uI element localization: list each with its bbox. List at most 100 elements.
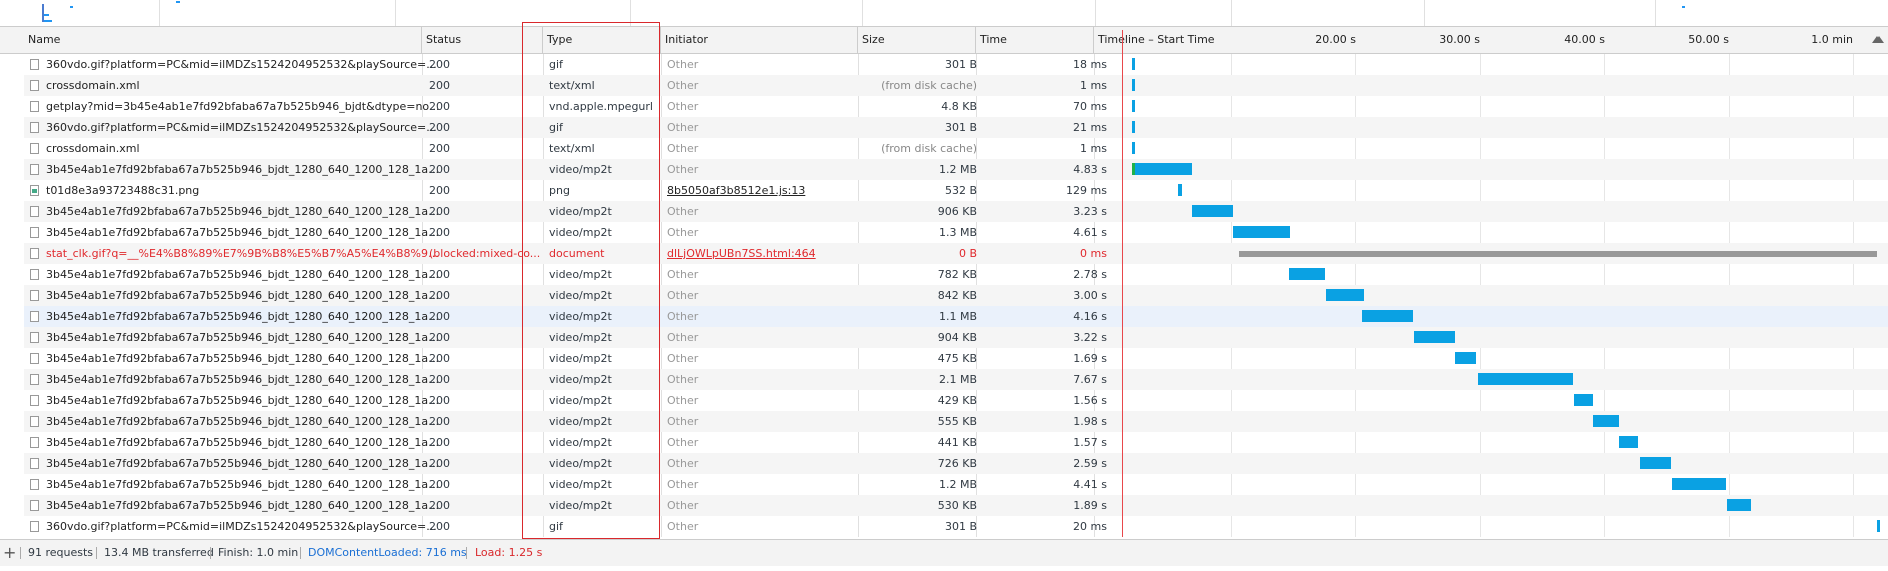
col-timeline-header[interactable]: Timeline – Start Time — [1094, 27, 1234, 53]
col-type-header[interactable]: Type — [543, 27, 661, 53]
waterfall-bar[interactable] — [1132, 58, 1135, 70]
request-row[interactable]: 360vdo.gif?platform=PC&mid=ilMDZs1524204… — [24, 516, 1888, 537]
request-name: crossdomain.xml — [46, 142, 140, 155]
request-row[interactable]: 3b45e4ab1e7fd92bfaba67a7b525b946_bjdt_12… — [24, 327, 1888, 348]
timeline-overview[interactable] — [0, 0, 1888, 27]
request-row[interactable]: 3b45e4ab1e7fd92bfaba67a7b525b946_bjdt_12… — [24, 495, 1888, 516]
waterfall-bar[interactable] — [1192, 205, 1233, 217]
request-row[interactable]: t01d8e3a93723488c31.png 200 png 8b5050af3b8… — [24, 180, 1888, 201]
request-name: 3b45e4ab1e7fd92bfaba67a7b525b946_bjdt_12… — [46, 478, 441, 491]
transferred-size: 13.4 MB transferred — [104, 546, 214, 559]
waterfall-bar[interactable] — [1178, 184, 1182, 196]
request-row[interactable]: 3b45e4ab1e7fd92bfaba67a7b525b946_bjdt_12… — [24, 390, 1888, 411]
file-icon — [30, 122, 39, 133]
request-initiator[interactable]: dlLjOWLpUBn7SS.html:464 — [663, 243, 858, 264]
request-row[interactable]: crossdomain.xml 200 text/xml Other (from dis… — [24, 138, 1888, 159]
request-size: (from disk cache) — [881, 142, 977, 155]
request-row[interactable]: crossdomain.xml 200 text/xml Other (from dis… — [24, 75, 1888, 96]
request-status: 200 — [429, 58, 450, 71]
waterfall-bar[interactable] — [1362, 310, 1413, 322]
file-icon — [30, 59, 39, 70]
file-icon — [30, 395, 39, 406]
request-name: 3b45e4ab1e7fd92bfaba67a7b525b946_bjdt_12… — [46, 415, 441, 428]
request-initiator[interactable]: 8b5050af3b8512e1.js:13 — [663, 180, 858, 201]
request-status: 200 — [429, 142, 450, 155]
col-status-header[interactable]: Status — [422, 27, 543, 53]
request-initiator: Other — [667, 289, 699, 302]
request-row[interactable]: 3b45e4ab1e7fd92bfaba67a7b525b946_bjdt_12… — [24, 348, 1888, 369]
request-size: 4.8 KB — [941, 100, 977, 113]
waterfall-bar[interactable] — [1414, 331, 1455, 343]
request-type: video/mp2t — [549, 268, 612, 281]
request-row[interactable]: 360vdo.gif?platform=PC&mid=ilMDZs1524204… — [24, 117, 1888, 138]
plus-icon[interactable]: + — [3, 540, 16, 566]
request-row[interactable]: 3b45e4ab1e7fd92bfaba67a7b525b946_bjdt_12… — [24, 411, 1888, 432]
request-row[interactable]: 3b45e4ab1e7fd92bfaba67a7b525b946_bjdt_12… — [24, 474, 1888, 495]
timeline-tick-1: 30.00 s — [1439, 33, 1480, 46]
file-icon — [30, 290, 39, 301]
file-icon — [30, 80, 39, 91]
request-time: 7.67 s — [1073, 373, 1107, 386]
request-status: 200 — [429, 163, 450, 176]
waterfall-bar[interactable] — [1239, 251, 1877, 257]
waterfall-bar[interactable] — [1619, 436, 1638, 448]
request-row[interactable]: 3b45e4ab1e7fd92bfaba67a7b525b946_bjdt_12… — [24, 159, 1888, 180]
request-initiator: Other — [667, 331, 699, 344]
waterfall-bar[interactable] — [1233, 226, 1290, 238]
request-initiator: Other — [667, 58, 699, 71]
request-initiator: Other — [667, 478, 699, 491]
waterfall-bar[interactable] — [1727, 499, 1751, 511]
request-row[interactable]: stat_clk.gif?q=__%E4%B8%89%E7%9B%B8%E5%B… — [24, 243, 1888, 264]
request-time: 4.83 s — [1073, 163, 1107, 176]
waterfall-bar[interactable] — [1593, 415, 1619, 427]
file-icon — [30, 311, 39, 322]
waterfall-bar[interactable] — [1132, 163, 1192, 175]
request-initiator: Other — [667, 394, 699, 407]
waterfall-bar[interactable] — [1672, 478, 1726, 490]
request-type: video/mp2t — [549, 457, 612, 470]
col-initiator-header[interactable]: Initiator — [661, 27, 858, 53]
waterfall-bar[interactable] — [1132, 100, 1135, 112]
waterfall-bar[interactable] — [1877, 520, 1880, 532]
request-row[interactable]: 3b45e4ab1e7fd92bfaba67a7b525b946_bjdt_12… — [24, 453, 1888, 474]
waterfall-bar[interactable] — [1455, 352, 1476, 364]
request-type: video/mp2t — [549, 205, 612, 218]
col-time-header[interactable]: Time — [976, 27, 1094, 53]
request-name: 3b45e4ab1e7fd92bfaba67a7b525b946_bjdt_12… — [46, 310, 441, 323]
request-row[interactable]: 3b45e4ab1e7fd92bfaba67a7b525b946_bjdt_12… — [24, 369, 1888, 390]
request-row[interactable]: 3b45e4ab1e7fd92bfaba67a7b525b946_bjdt_12… — [24, 264, 1888, 285]
col-size-header[interactable]: Size — [858, 27, 976, 53]
request-row[interactable]: 3b45e4ab1e7fd92bfaba67a7b525b946_bjdt_12… — [24, 306, 1888, 327]
request-status: 200 — [429, 205, 450, 218]
request-row[interactable]: 3b45e4ab1e7fd92bfaba67a7b525b946_bjdt_12… — [24, 222, 1888, 243]
waterfall-bar[interactable] — [1289, 268, 1325, 280]
request-row[interactable]: 3b45e4ab1e7fd92bfaba67a7b525b946_bjdt_12… — [24, 285, 1888, 306]
request-size: 555 KB — [937, 415, 977, 428]
file-icon — [30, 269, 39, 280]
waterfall-bar[interactable] — [1574, 394, 1593, 406]
waterfall-bar[interactable] — [1326, 289, 1364, 301]
request-name: 360vdo.gif?platform=PC&mid=ilMDZs1524204… — [46, 121, 437, 134]
scroll-up-arrow-icon[interactable] — [1872, 36, 1882, 43]
request-status: 200 — [429, 268, 450, 281]
request-size: 532 B — [944, 184, 977, 197]
waterfall-bar[interactable] — [1640, 457, 1671, 469]
waterfall-bar[interactable] — [1132, 121, 1135, 133]
request-type: video/mp2t — [549, 436, 612, 449]
col-name-header[interactable]: Name — [24, 27, 422, 53]
request-name: 3b45e4ab1e7fd92bfaba67a7b525b946_bjdt_12… — [46, 268, 441, 281]
request-row[interactable]: 3b45e4ab1e7fd92bfaba67a7b525b946_bjdt_12… — [24, 201, 1888, 222]
request-row[interactable]: 360vdo.gif?platform=PC&mid=ilMDZs1524204… — [24, 54, 1888, 75]
request-time: 0 ms — [1080, 247, 1107, 260]
waterfall-bar[interactable] — [1132, 142, 1135, 154]
waterfall-bar[interactable] — [1132, 79, 1135, 91]
request-row[interactable]: getplay?mid=3b45e4ab1e7fd92bfaba67a7b525… — [24, 96, 1888, 117]
waterfall-bar[interactable] — [1478, 373, 1573, 385]
request-status: 200 — [429, 121, 450, 134]
file-icon — [30, 416, 39, 427]
file-icon — [30, 227, 39, 238]
request-row[interactable]: 3b45e4ab1e7fd92bfaba67a7b525b946_bjdt_12… — [24, 432, 1888, 453]
request-status: 200 — [429, 478, 450, 491]
request-time: 70 ms — [1073, 100, 1107, 113]
request-type: video/mp2t — [549, 310, 612, 323]
